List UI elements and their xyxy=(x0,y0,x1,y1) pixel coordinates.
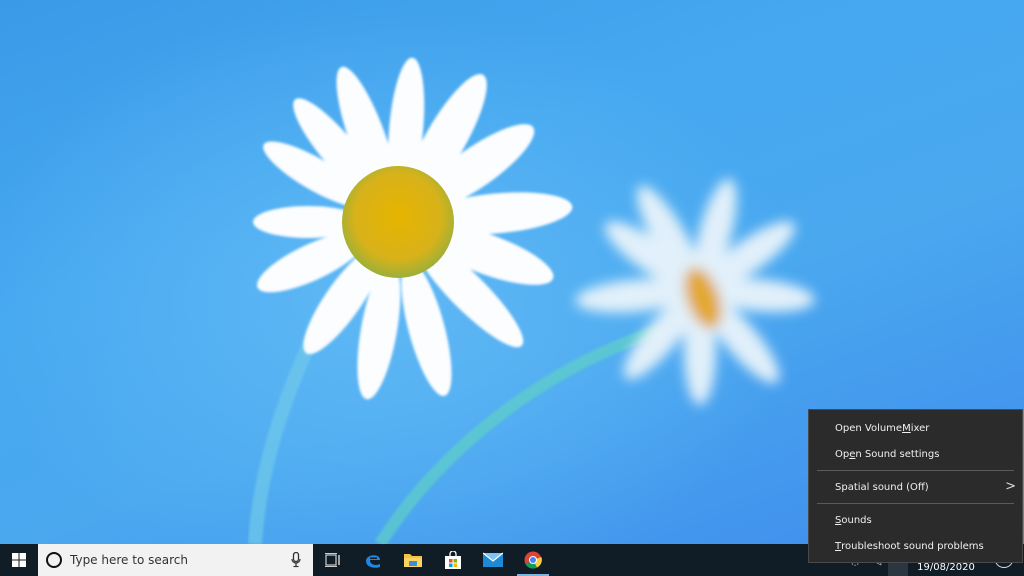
clock-date: 19/08/2020 xyxy=(917,562,975,573)
menu-label-part: ixer xyxy=(910,422,930,434)
menu-item-open-volume-mixer[interactable]: Open Volume Mixer xyxy=(809,415,1022,441)
search-box[interactable] xyxy=(38,544,313,576)
store-bag-icon xyxy=(445,551,461,569)
menu-item-spatial-sound[interactable]: Spatial sound (Off) > xyxy=(809,474,1022,500)
menu-separator xyxy=(817,503,1014,504)
mail-taskbar-button[interactable] xyxy=(473,544,513,576)
menu-label-part: Open Volume xyxy=(835,422,903,434)
menu-label-part: roubleshoot sound problems xyxy=(841,540,984,552)
menu-item-troubleshoot-sound[interactable]: Troubleshoot sound problems xyxy=(809,533,1022,559)
mail-envelope-icon xyxy=(483,552,503,567)
menu-label-part: ounds xyxy=(841,514,872,526)
search-input[interactable] xyxy=(70,553,280,567)
menu-label-part: Spatial sound (Off) xyxy=(835,481,929,493)
windows-logo-icon xyxy=(12,553,26,567)
menu-separator xyxy=(817,470,1014,471)
folder-icon xyxy=(404,554,422,567)
edge-browser-icon xyxy=(366,555,380,568)
store-taskbar-button[interactable] xyxy=(433,544,473,576)
menu-label-part: n Sound settings xyxy=(855,448,940,460)
chrome-icon xyxy=(524,551,542,569)
menu-item-sounds[interactable]: Sounds xyxy=(809,507,1022,533)
microphone-icon[interactable] xyxy=(291,552,301,568)
sound-context-menu: Open Volume Mixer Op e n Sound settings Sp… xyxy=(808,409,1023,563)
menu-access-key: M xyxy=(902,422,911,434)
task-view-icon xyxy=(325,553,340,567)
edge-taskbar-button[interactable] xyxy=(353,544,393,576)
start-button[interactable] xyxy=(0,544,38,576)
menu-item-open-sound-settings[interactable]: Op e n Sound settings xyxy=(809,441,1022,467)
cortana-circle-icon[interactable] xyxy=(46,552,62,568)
menu-label-part: Op xyxy=(835,448,850,460)
task-view-button[interactable] xyxy=(313,544,353,576)
submenu-chevron-right-icon: > xyxy=(1005,479,1016,494)
chrome-taskbar-button[interactable] xyxy=(513,544,553,576)
file-explorer-taskbar-button[interactable] xyxy=(393,544,433,576)
